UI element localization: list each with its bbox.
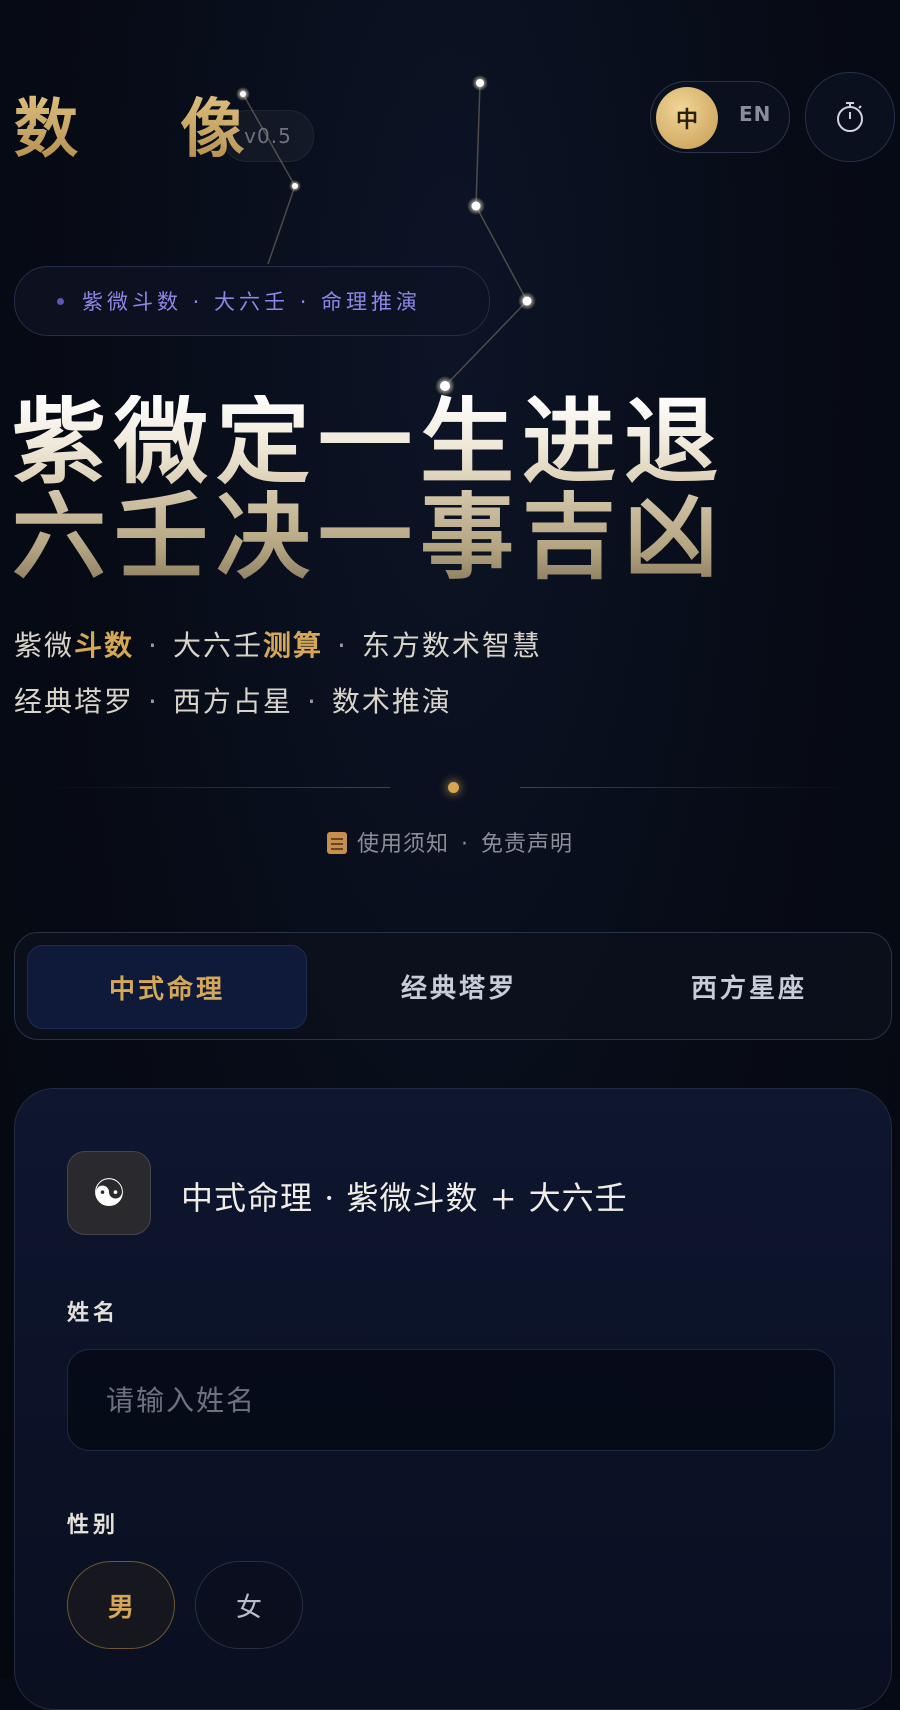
tagline-dot	[57, 297, 64, 305]
notice-separator: ·	[461, 832, 469, 857]
usage-notice-link[interactable]: 使用须知	[357, 832, 449, 857]
divider-left	[40, 787, 390, 788]
subtitle-segment: 斗数	[74, 629, 135, 662]
subtitle-line1: 紫微斗数 · 大六壬测算 · 东方数术智慧	[14, 624, 542, 664]
scroll-icon	[326, 832, 347, 854]
tab-classic-tarot[interactable]: 经典塔罗	[320, 945, 598, 1027]
subtitle-segment: 经典塔罗	[14, 685, 135, 718]
timer-button[interactable]	[805, 72, 895, 162]
notice-links: 使用须知 · 免责声明	[0, 826, 900, 858]
subtitle-segment: 测算	[262, 629, 323, 662]
tagline-pill: 紫微斗数 · 大六壬 · 命理推演	[14, 266, 490, 336]
subtitle-line2: 经典塔罗 · 西方占星 · 数术推演	[14, 680, 452, 720]
subtitle-separator: ·	[306, 685, 318, 718]
gender-label: 性别	[67, 1513, 120, 1538]
lang-option-zh[interactable]: 中	[656, 87, 718, 149]
version-badge: v0.5	[222, 110, 314, 162]
subtitle-separator: ·	[148, 629, 159, 662]
name-label: 姓名	[67, 1301, 120, 1326]
tab-chinese-fortune[interactable]: 中式命理	[27, 945, 307, 1029]
subtitle-separator: ·	[336, 629, 348, 662]
subtitle-segment: 紫微	[14, 629, 75, 662]
subtitle-segment: 东方数术智慧	[361, 629, 542, 662]
gender-female-button[interactable]: 女	[195, 1561, 303, 1649]
divider-right	[520, 787, 860, 788]
subtitle-separator: ·	[148, 685, 159, 718]
name-input[interactable]	[67, 1349, 835, 1451]
subtitle-segment: 西方占星	[172, 685, 293, 718]
gender-male-button[interactable]: 男	[67, 1561, 175, 1649]
stopwatch-icon	[837, 102, 863, 132]
tab-western-zodiac[interactable]: 西方星座	[610, 945, 888, 1027]
subtitle-segment: 大六壬	[172, 629, 263, 662]
card-title: 中式命理 · 紫微斗数 + 大六壬	[181, 1179, 628, 1217]
hero-title-line1: 紫微定一生进退	[12, 387, 727, 497]
hero-title-line2: 六壬决一事吉凶	[12, 482, 727, 592]
language-toggle[interactable]: 中 EN	[650, 81, 790, 153]
disclaimer-link[interactable]: 免责声明	[481, 832, 573, 857]
tagline-text: 紫微斗数 · 大六壬 · 命理推演	[82, 290, 422, 314]
lang-option-en[interactable]: EN	[739, 102, 771, 126]
fortune-form-card: ☯ 中式命理 · 紫微斗数 + 大六壬 姓名 性别 男 女	[14, 1088, 892, 1710]
category-tabs: 中式命理 经典塔罗 西方星座	[14, 932, 892, 1040]
yin-yang-icon: ☯	[67, 1151, 151, 1235]
subtitle-segment: 数术推演	[331, 685, 452, 718]
divider-dot	[448, 782, 459, 793]
